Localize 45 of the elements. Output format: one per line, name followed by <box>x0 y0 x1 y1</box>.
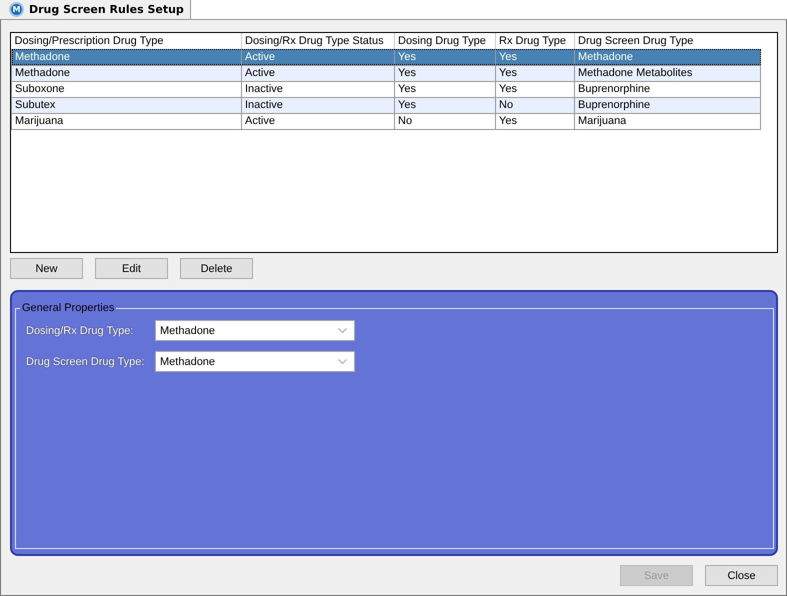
table-row[interactable]: Suboxone Inactive Yes Yes Buprenorphine <box>12 81 760 97</box>
table-cell: No <box>496 97 574 113</box>
table-cell: Active <box>242 49 394 65</box>
table-cell: Methadone <box>574 49 760 65</box>
table-cell: Methadone <box>12 65 242 81</box>
table-cell: Marijuana <box>12 113 242 129</box>
dropdown-field[interactable]: Methadone <box>155 320 355 341</box>
action-button[interactable]: Delete <box>180 258 253 279</box>
group-title: General Properties <box>21 302 116 314</box>
field-label: Drug Screen Drug Type: <box>26 356 146 368</box>
table-cell: Suboxone <box>12 81 242 97</box>
chevron-down-icon <box>338 328 347 333</box>
tab[interactable]: M Drug Screen Rules Setup <box>0 0 191 19</box>
table-cell: Inactive <box>242 97 394 113</box>
table-row[interactable]: Subutex Inactive Yes No Buprenorphine <box>12 97 760 113</box>
dropdown-field[interactable]: Methadone <box>155 351 355 372</box>
table-row[interactable]: Methadone Active Yes Yes Methadone Metabolites <box>12 65 760 81</box>
table-cell: Yes <box>394 97 496 113</box>
table-row[interactable]: Marijuana Active No Yes Marijuana <box>12 113 760 129</box>
tab-title: Drug Screen Rules Setup <box>29 3 184 16</box>
table-cell: Yes <box>394 81 496 97</box>
table-cell: Buprenorphine <box>574 97 760 113</box>
table-cell: Active <box>242 113 394 129</box>
table-cell: Buprenorphine <box>574 81 760 97</box>
table-cell: Yes <box>496 81 574 97</box>
table-cell: Inactive <box>242 81 394 97</box>
table-cell: Yes <box>394 49 496 65</box>
table-cell: Yes <box>394 65 496 81</box>
table-cell: Methadone <box>12 49 242 65</box>
table-cell: No <box>394 113 496 129</box>
action-button[interactable]: Edit <box>95 258 168 279</box>
action-button[interactable]: New <box>10 258 83 279</box>
dialog-button[interactable]: Close <box>705 565 778 586</box>
table-cell: Active <box>242 65 394 81</box>
logo-icon: M <box>9 2 24 17</box>
column-header[interactable]: Dosing/Prescription Drug Type <box>12 33 242 49</box>
table-cell: Marijuana <box>574 113 760 129</box>
table-cell: Yes <box>496 113 574 129</box>
table-row[interactable]: Methadone Active Yes Yes Methadone <box>12 49 760 65</box>
chevron-down-icon <box>338 359 347 364</box>
table-cell: Subutex <box>12 97 242 113</box>
table-cell: Methadone Metabolites <box>574 65 760 81</box>
table-cell: Yes <box>496 65 574 81</box>
field-label: Dosing/Rx Drug Type: <box>26 324 134 336</box>
table-cell: Yes <box>496 49 574 65</box>
